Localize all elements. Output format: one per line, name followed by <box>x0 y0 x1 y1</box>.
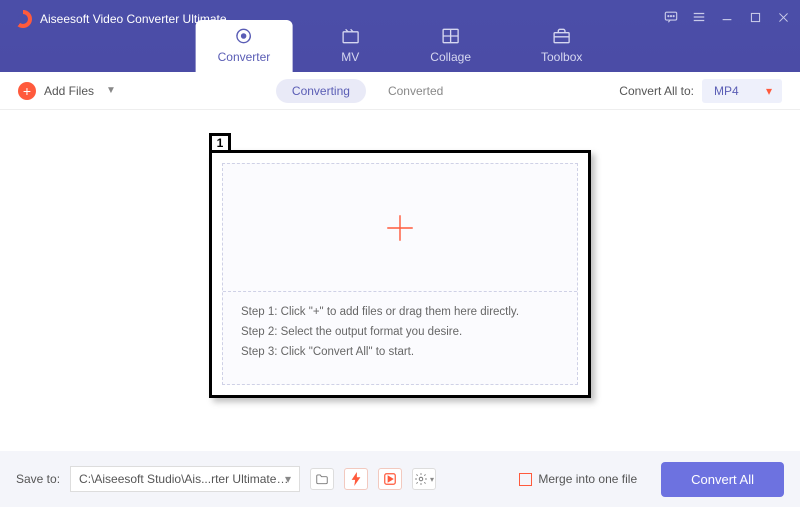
tab-label: Toolbox <box>541 50 582 64</box>
add-plus-icon[interactable] <box>383 211 417 245</box>
high-speed-button[interactable] <box>378 468 402 490</box>
step-text: Step 3: Click "Convert All" to start. <box>241 346 559 358</box>
minimize-icon[interactable] <box>720 10 734 24</box>
open-folder-button[interactable] <box>310 468 334 490</box>
save-to-label: Save to: <box>16 472 60 486</box>
tab-collage[interactable]: Collage <box>408 20 493 72</box>
gpu-accel-button[interactable] <box>344 468 368 490</box>
callout-number: 1 <box>209 133 231 153</box>
drop-zone[interactable] <box>223 164 577 292</box>
tab-mv[interactable]: MV <box>318 20 382 72</box>
feedback-icon[interactable] <box>664 10 678 24</box>
close-icon[interactable] <box>776 10 790 24</box>
tab-toolbox[interactable]: Toolbox <box>519 20 604 72</box>
merge-checkbox[interactable]: Merge into one file <box>519 472 637 486</box>
maximize-icon[interactable] <box>748 10 762 24</box>
tab-label: Collage <box>430 50 471 64</box>
checkbox-icon <box>519 473 532 486</box>
collage-icon <box>441 26 461 46</box>
save-path-select[interactable]: C:\Aiseesoft Studio\Ais...rter Ultimate\… <box>70 466 300 492</box>
output-format-select[interactable]: MP4 <box>702 79 782 103</box>
tab-converter[interactable]: Converter <box>196 20 293 72</box>
convert-all-button[interactable]: Convert All <box>661 462 784 497</box>
tab-label: MV <box>341 50 359 64</box>
subtab-converting[interactable]: Converting <box>276 79 366 103</box>
step-text: Step 1: Click "+" to add files or drag t… <box>241 306 559 318</box>
chevron-down-icon: ▼ <box>106 85 116 96</box>
toolbox-icon <box>552 26 572 46</box>
add-files-label: Add Files <box>44 84 94 98</box>
settings-button[interactable]: ▾ <box>412 468 436 490</box>
drop-zone-highlight: 1 Step 1: Click "+" to add files or drag… <box>209 150 591 398</box>
merge-label: Merge into one file <box>538 472 637 486</box>
step-text: Step 2: Select the output format you des… <box>241 326 559 338</box>
subtab-converted[interactable]: Converted <box>372 79 459 103</box>
add-files-button[interactable]: + Add Files ▼ <box>18 82 116 100</box>
converter-icon <box>234 26 254 46</box>
mv-icon <box>340 26 360 46</box>
menu-icon[interactable] <box>692 10 706 24</box>
app-logo <box>14 10 32 28</box>
tab-label: Converter <box>218 50 271 64</box>
plus-icon: + <box>18 82 36 100</box>
convert-all-to-label: Convert All to: <box>619 84 694 98</box>
